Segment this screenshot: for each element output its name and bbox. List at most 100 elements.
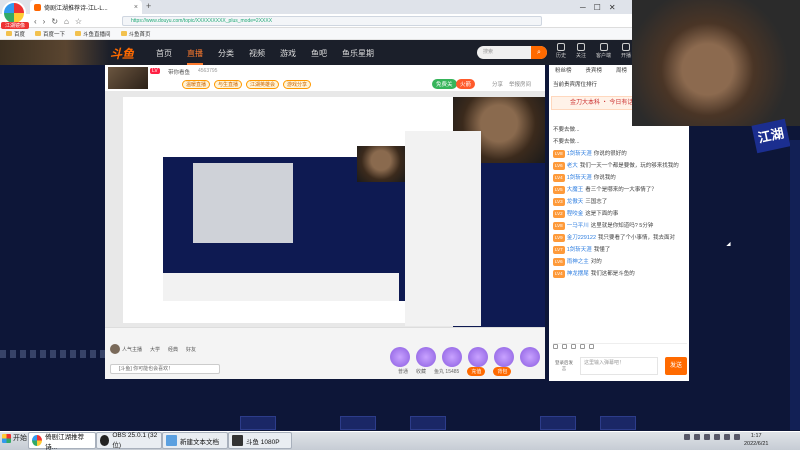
client-button[interactable]: 客户端 [596,43,611,59]
chat-text: 看三个是哪来的一大事情了？ [585,187,657,193]
recharge-button[interactable]: 充值 [467,367,486,376]
tab-close-icon[interactable]: × [134,4,138,11]
close-window-button[interactable]: ✕ [609,3,616,12]
follow-button[interactable]: 关注 [576,43,586,59]
viewer-avatar[interactable] [110,344,120,354]
scrollbar[interactable] [790,140,800,430]
tab-week[interactable]: 周榜 [616,66,627,74]
tray-icon[interactable] [684,434,690,440]
taskbar-item[interactable]: 倚剧江湖推荐诗... [28,432,96,450]
report-button[interactable]: 举报房间 [509,80,531,88]
chat-input[interactable]: 这里输入弹幕吧！ [580,357,658,375]
minimize-button[interactable]: ─ [580,3,586,12]
favorite-button[interactable]: ☆ [75,17,82,26]
volume-icon[interactable] [724,434,730,440]
settings-icon[interactable] [589,344,594,349]
emoji-icon[interactable] [553,344,558,349]
chat-username[interactable]: 雨神之主 [567,259,589,265]
address-bar[interactable]: https://www.douyu.com/topic/XXXXXXXXX_pl… [122,16,542,26]
stream-tag[interactable]: 温暖直播 [182,80,211,89]
history-button[interactable]: 历史 [556,43,566,59]
follow-stream-button[interactable]: 免费关 [432,79,457,89]
gift-icon[interactable] [442,347,462,367]
rocket-button[interactable]: 火箭 [456,79,476,89]
back-button[interactable]: ‹ [34,17,37,26]
stream-tag[interactable]: 游戏分享 [283,80,312,89]
stat-item: 鱼丸 15485 [434,369,460,375]
streamer-avatar[interactable] [108,67,148,89]
search-icon[interactable]: ⌕ [531,46,547,59]
fan-badge-icon[interactable] [562,344,567,349]
room-name: 带你看鱼 [168,70,191,76]
chat-username[interactable]: 老大 [567,163,578,169]
bookmark-item[interactable]: 斗鱼直播间 [75,30,111,38]
menu-event[interactable]: 鱼乐星期 [342,48,374,65]
chat-username[interactable]: 程咬金 [567,211,584,217]
bookmark-item[interactable]: 斗鱼首页 [120,30,151,38]
menu-category[interactable]: 分类 [218,48,234,65]
control-link[interactable]: 人气主播 [122,346,142,353]
browser-tab[interactable]: 倚剧江湖推荐诗-江L-L... × [30,0,142,14]
new-tab-button[interactable]: + [146,1,151,11]
gift-icon[interactable] [390,347,410,367]
tab-vip[interactable]: 贵宾榜 [586,66,603,74]
forward-button[interactable]: › [43,17,46,26]
notepad-icon [166,435,177,446]
start-button[interactable]: 开始 [2,433,27,443]
chat-text: 我们一天一个都是要做，玩的够来找我的 [579,163,679,169]
broadcast-button[interactable]: 开播 [621,43,631,59]
douyu-logo[interactable]: 斗鱼 [110,45,134,62]
promo-banner[interactable]: [斗鱼] 你可能也会喜欢！ [110,364,220,374]
chat-text: 你说的很好的 [593,151,627,157]
gift-icon[interactable] [468,347,488,367]
control-link[interactable]: 好友 [186,346,196,353]
color-icon[interactable] [571,344,576,349]
control-link[interactable]: 大学 [150,346,160,353]
bookmark-item[interactable]: 百度 [6,30,25,38]
gift-icon[interactable] [494,347,514,367]
video-player[interactable] [105,91,545,327]
maximize-button[interactable]: ☐ [594,3,601,12]
send-button[interactable]: 发送 [665,357,687,375]
home-button[interactable]: ⌂ [64,17,69,26]
chat-username[interactable]: 大魔王 [567,187,584,193]
tab-fans[interactable]: 粉丝榜 [555,66,572,74]
bookmark-item[interactable]: 百度一下 [35,30,65,38]
taskbar-item[interactable]: OBS 25.0.1 (32位) [96,432,162,449]
tray-icon[interactable] [694,434,700,440]
chat-username[interactable]: 1剑斩天涯 [567,247,592,253]
share-button[interactable]: 分享 [492,80,503,88]
chat-username[interactable]: 神龙摆尾 [567,271,589,277]
taskbar-item[interactable]: 斗鱼 1080P [228,432,292,449]
menu-home[interactable]: 首页 [156,48,172,65]
refresh-button[interactable]: ↻ [51,17,58,26]
gift-icon[interactable] [520,347,540,367]
chat-message-list: 不要去做... 不要去做... LV8 1剑斩天涯 你说的很好的 LV6 老大 我们一天一个都… [551,126,689,282]
bookmarks-bar: 百度 百度一下 斗鱼直播间 斗鱼首页 [0,28,632,40]
menu-games[interactable]: 游戏 [280,48,296,65]
rank-heading: 当前贵宾席位排行 [553,82,598,88]
stream-tag[interactable]: 与生直播 [214,80,243,89]
backpack-button[interactable]: 背包 [493,367,512,376]
search-input[interactable]: 搜索 ⌕ [477,46,547,59]
chat-username[interactable]: 1剑斩天涯 [567,175,592,181]
menu-yuba[interactable]: 鱼吧 [311,48,327,65]
header-banner [0,40,110,65]
tray-icon[interactable] [704,434,710,440]
chat-username[interactable]: 1剑斩天涯 [567,151,592,157]
taskbar-item[interactable]: 新建文本文档 [162,432,228,449]
chat-username[interactable]: 一马平川 [567,223,589,229]
login-hint[interactable]: 登录后发言 [553,360,575,376]
chat-username[interactable]: 金刀229122 [567,235,596,241]
control-link[interactable]: 经典 [168,346,178,353]
chat-text: 这是下面的事 [585,211,619,217]
network-icon[interactable] [734,434,740,440]
system-clock[interactable]: 1:17 2022/6/21 [744,432,768,448]
gift-icon[interactable] [416,347,436,367]
gift-box-icon[interactable] [580,344,585,349]
stream-tag[interactable]: 江湖英雄会 [246,80,280,89]
menu-video[interactable]: 视频 [249,48,265,65]
chat-username[interactable]: 龙傲天 [567,199,584,205]
menu-live[interactable]: 直播 [187,48,203,65]
tray-icon[interactable] [714,434,720,440]
